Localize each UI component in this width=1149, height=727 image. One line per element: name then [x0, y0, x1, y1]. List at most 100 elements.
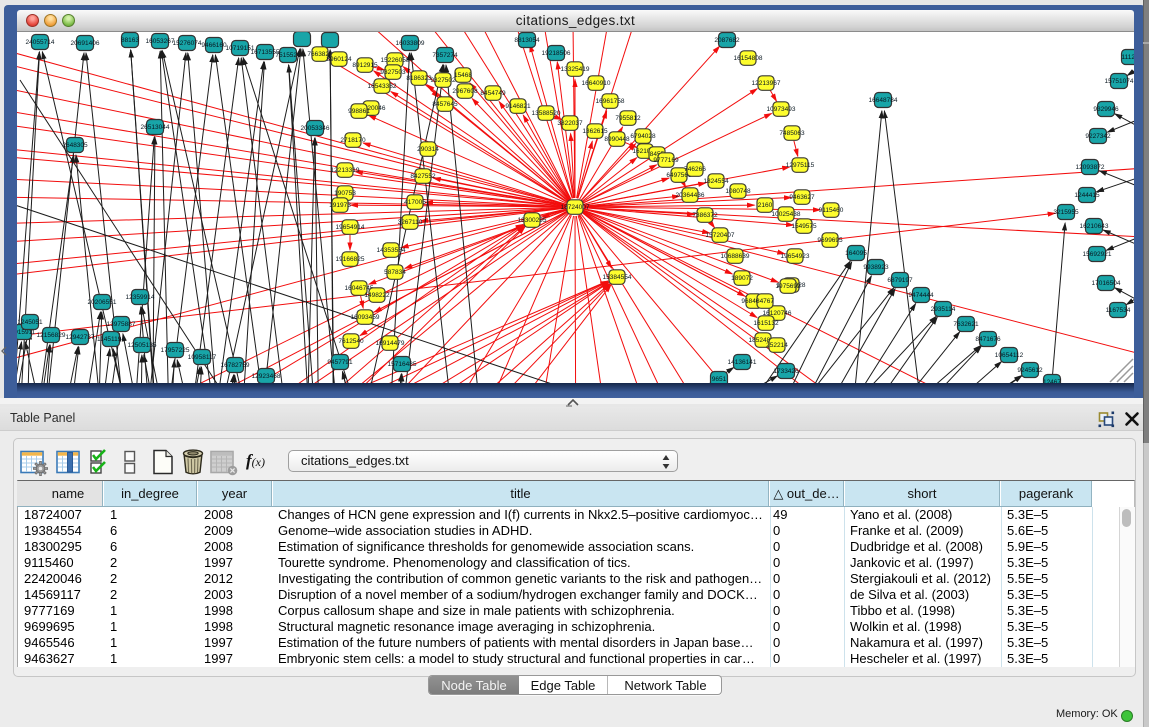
- svg-text:18724007: 18724007: [561, 204, 590, 211]
- svg-text:84767: 84767: [756, 298, 774, 305]
- svg-text:1549575: 1549575: [791, 223, 817, 230]
- svg-text:2648305: 2648305: [62, 142, 88, 149]
- svg-text:12467: 12467: [1043, 379, 1061, 383]
- svg-text:2087682: 2087682: [714, 37, 740, 44]
- svg-text:19654914: 19654914: [336, 224, 365, 231]
- svg-text:19218506: 19218506: [542, 50, 571, 57]
- svg-text:3915911: 3915911: [17, 329, 36, 336]
- svg-text:1167534: 1167534: [1106, 307, 1131, 314]
- svg-text:12942737: 12942737: [66, 334, 95, 341]
- svg-text:20691406: 20691406: [71, 40, 100, 47]
- svg-text:9463627: 9463627: [789, 194, 815, 201]
- svg-text:14353584: 14353584: [377, 247, 406, 254]
- svg-text:16053267: 16053267: [146, 38, 175, 45]
- svg-text:9227342: 9227342: [1085, 133, 1111, 140]
- svg-text:10688639: 10688639: [721, 253, 750, 260]
- svg-text:8990448: 8990448: [604, 136, 630, 143]
- svg-text:7386372: 7386372: [692, 212, 718, 219]
- svg-text:417005: 417005: [404, 199, 426, 206]
- svg-text:9146821: 9146821: [505, 103, 531, 110]
- svg-text:10958117: 10958117: [188, 354, 217, 361]
- svg-text:164095: 164095: [845, 250, 867, 257]
- svg-text:587834: 587834: [384, 269, 406, 276]
- svg-text:16093459: 16093459: [351, 314, 380, 321]
- svg-text:3267110: 3267110: [398, 219, 423, 226]
- svg-text:6794028: 6794028: [630, 133, 656, 140]
- svg-text:16914479: 16914479: [376, 340, 405, 347]
- svg-text:20206551: 20206551: [88, 299, 117, 306]
- svg-text:9115460: 9115460: [819, 207, 844, 214]
- svg-text:7357274: 7357274: [432, 52, 458, 59]
- svg-text:8454749: 8454749: [480, 90, 506, 97]
- svg-text:1733426: 1733426: [773, 368, 799, 375]
- svg-text:7515521: 7515521: [275, 52, 301, 59]
- svg-text:1080748: 1080748: [725, 188, 751, 195]
- svg-text:8912915: 8912915: [352, 62, 378, 69]
- svg-text:998861: 998861: [348, 108, 370, 115]
- svg-text:7632621: 7632621: [953, 321, 979, 328]
- svg-text:9327503: 9327503: [380, 69, 406, 76]
- svg-text:12213319: 12213319: [331, 167, 360, 174]
- svg-text:1498222: 1498222: [364, 292, 390, 299]
- svg-text:9457791: 9457791: [327, 359, 353, 366]
- svg-text:9329946: 9329946: [1093, 106, 1119, 113]
- svg-text:8960124: 8960124: [326, 56, 352, 63]
- svg-text:6879197: 6879197: [887, 277, 913, 284]
- svg-text:9474444: 9474444: [908, 292, 934, 299]
- svg-text:1824554: 1824554: [703, 178, 729, 185]
- svg-text:20364436: 20364436: [676, 192, 705, 199]
- svg-text:10025438: 10025438: [772, 211, 801, 218]
- svg-text:1244415: 1244415: [1074, 192, 1100, 199]
- svg-text:16154808: 16154808: [734, 55, 763, 62]
- svg-text:14136141: 14136141: [728, 359, 757, 366]
- svg-text:11123: 11123: [1121, 54, 1134, 61]
- svg-text:8813054: 8813054: [514, 37, 540, 44]
- svg-text:190753: 190753: [334, 190, 356, 197]
- svg-text:3215955: 3215955: [1053, 209, 1079, 216]
- svg-text:8471676: 8471676: [975, 336, 1001, 343]
- svg-text:15692921: 15692921: [1083, 251, 1112, 258]
- svg-text:189072: 189072: [731, 275, 753, 282]
- svg-text:12359914: 12359914: [126, 294, 155, 301]
- svg-text:19166825: 19166825: [336, 256, 365, 263]
- svg-text:13588520: 13588520: [532, 110, 561, 117]
- svg-text:9245612: 9245612: [1017, 367, 1043, 374]
- svg-text:9938923: 9938923: [863, 264, 889, 271]
- svg-text:2160: 2160: [758, 202, 773, 209]
- svg-text:24055714: 24055714: [26, 39, 55, 46]
- svg-text:15716485: 15716485: [388, 361, 417, 368]
- svg-text:18300295: 18300295: [518, 217, 547, 224]
- svg-text:1245051: 1245051: [17, 319, 43, 326]
- svg-text:252214: 252214: [766, 342, 788, 349]
- svg-text:17016504: 17016504: [1092, 280, 1121, 287]
- svg-text:3822037: 3822037: [557, 120, 583, 127]
- svg-text:12923468: 12923468: [252, 373, 281, 380]
- svg-text:17957225: 17957225: [161, 347, 190, 354]
- svg-text:9327502: 9327502: [430, 77, 456, 84]
- svg-text:12975115: 12975115: [786, 162, 815, 169]
- svg-text:15226058: 15226058: [381, 57, 410, 64]
- svg-text:19654923: 19654923: [781, 253, 810, 260]
- svg-text:15276074: 15276074: [173, 40, 202, 47]
- svg-text:15468: 15468: [454, 72, 472, 79]
- svg-text:20053346: 20053346: [301, 125, 330, 132]
- svg-text:16543382: 16543382: [368, 83, 397, 90]
- svg-text:2935114: 2935114: [931, 306, 956, 313]
- svg-text:9777169: 9777169: [653, 157, 679, 164]
- svg-text:8457645: 8457645: [432, 101, 458, 108]
- svg-text:16640910: 16640910: [582, 80, 611, 87]
- svg-text:2718170: 2718170: [340, 137, 366, 144]
- svg-text:7612540: 7612540: [338, 338, 364, 345]
- svg-text:10973493: 10973493: [767, 106, 796, 113]
- svg-text:16033809: 16033809: [396, 40, 425, 47]
- svg-text:15720407: 15720407: [706, 232, 735, 239]
- svg-text:88163: 88163: [121, 37, 139, 44]
- svg-text:290314: 290314: [417, 146, 439, 153]
- svg-text:8427552: 8427552: [410, 173, 436, 180]
- svg-text:16648784: 16648784: [869, 97, 898, 104]
- svg-text:15384554: 15384554: [603, 274, 632, 281]
- svg-text:7955812: 7955812: [615, 115, 641, 122]
- svg-text:12213967: 12213967: [752, 80, 781, 87]
- svg-text:13975887: 13975887: [107, 321, 136, 328]
- svg-text:15751074: 15751074: [1105, 78, 1134, 85]
